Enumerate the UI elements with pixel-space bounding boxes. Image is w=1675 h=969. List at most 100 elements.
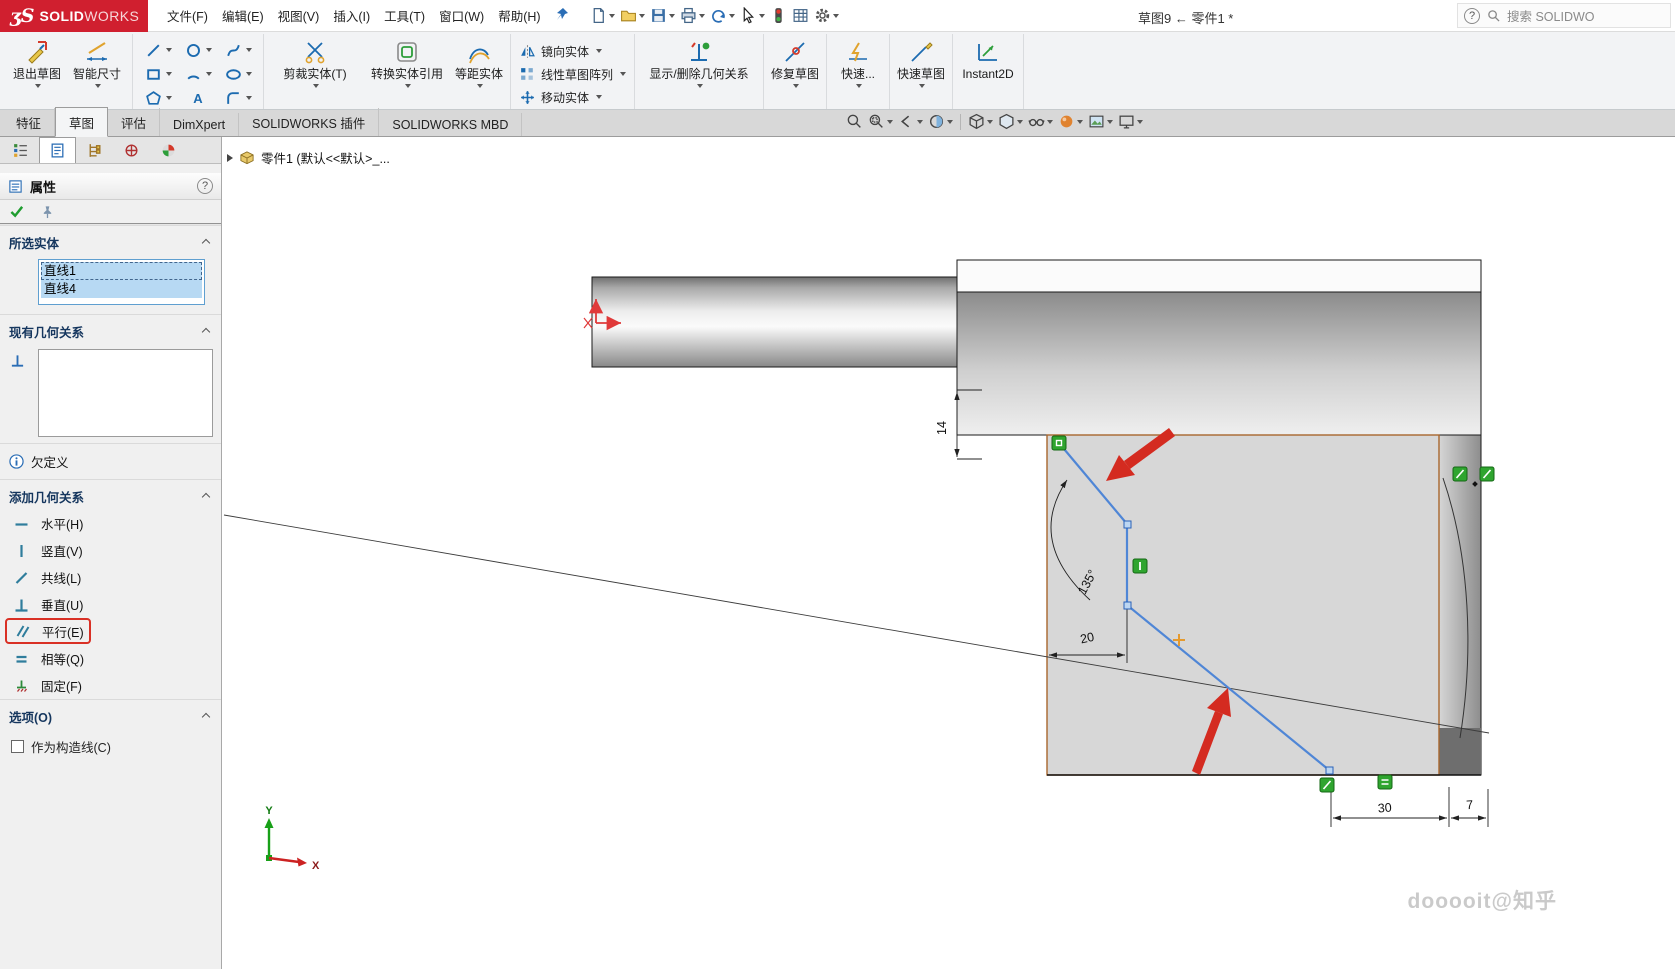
tab-solidworks-addins[interactable]: SOLIDWORKS 插件	[239, 108, 379, 136]
new-document-button[interactable]	[588, 5, 617, 26]
existing-relations-list[interactable]	[38, 349, 213, 437]
relation-perpendicular-button[interactable]: 垂直(U)	[0, 591, 221, 618]
model-viewport[interactable]: 14 135° 20 30	[222, 137, 1674, 969]
sketch-face[interactable]	[1047, 435, 1439, 775]
line-tool-button[interactable]	[138, 38, 178, 62]
construction-line-option[interactable]: 作为构造线(C)	[0, 730, 221, 763]
offset-entities-button[interactable]: 等距实体	[453, 36, 505, 88]
undo-button[interactable]	[708, 5, 737, 26]
relation-badge-icon	[1453, 467, 1467, 481]
tab-features[interactable]: 特征	[3, 108, 55, 136]
tab-evaluate[interactable]: 评估	[108, 108, 160, 136]
linear-sketch-pattern-button[interactable]: 线性草图阵列	[516, 63, 629, 85]
zoom-fit-button[interactable]	[845, 112, 864, 131]
property-manager-tab[interactable]	[39, 137, 76, 163]
repair-sketch-button[interactable]: 修复草图	[769, 36, 821, 88]
configuration-manager-tab[interactable]	[76, 137, 113, 163]
properties-icon	[8, 179, 23, 194]
relation-collinear-button[interactable]: 共线(L)	[0, 564, 221, 591]
tree-root-label[interactable]: 零件1 (默认<<默认>_...	[261, 148, 390, 167]
view-orientation-button[interactable]	[967, 112, 994, 131]
mirror-entities-button[interactable]: 镜向实体	[516, 40, 629, 62]
display-style-button[interactable]	[997, 112, 1024, 131]
tab-dimxpert[interactable]: DimXpert	[160, 113, 239, 136]
search-box[interactable]: ? 搜索 SOLIDWO	[1457, 3, 1671, 28]
help-icon[interactable]: ?	[1464, 8, 1480, 24]
text-tool-button[interactable]: A	[178, 86, 218, 110]
menu-window[interactable]: 窗口(W)	[432, 1, 491, 30]
selected-entities-list[interactable]: 直线1 直线4	[38, 259, 205, 305]
fillet-tool-button[interactable]	[218, 86, 258, 110]
table-grid-button[interactable]	[790, 5, 811, 26]
relation-fix-button[interactable]: 固定(F)	[0, 672, 221, 699]
expand-tree-icon[interactable]	[227, 154, 233, 162]
hide-show-items-button[interactable]	[1027, 112, 1054, 131]
ok-check-icon[interactable]	[9, 204, 25, 219]
smart-dimension-button[interactable]: 智能尺寸	[67, 36, 127, 88]
selected-entities-header[interactable]: 所选实体	[0, 225, 221, 256]
relation-equal-button[interactable]: 相等(Q)	[0, 645, 221, 672]
open-document-button[interactable]	[618, 5, 647, 26]
rectangle-tool-button[interactable]	[138, 62, 178, 86]
title-bar: ʒS SOLIDWORKS 文件(F) 编辑(E) 视图(V) 插入(I) 工具…	[0, 0, 1675, 32]
menu-view[interactable]: 视图(V)	[271, 1, 327, 30]
polygon-tool-button[interactable]	[138, 86, 178, 110]
display-delete-relations-button[interactable]: 显示/删除几何关系	[640, 36, 758, 88]
previous-view-button[interactable]	[897, 112, 924, 131]
panel-help-icon[interactable]: ?	[197, 178, 213, 194]
list-item-line4[interactable]: 直线4	[41, 280, 202, 298]
relation-vertical-button[interactable]: 竖直(V)	[0, 537, 221, 564]
graphics-area[interactable]: 零件1 (默认<<默认>_...	[222, 137, 1675, 969]
circle-tool-button[interactable]	[178, 38, 218, 62]
axis-y-label: Y	[265, 805, 273, 817]
options-header[interactable]: 选项(O)	[0, 699, 221, 730]
rapid-dimension-button[interactable]: 快速...	[832, 36, 884, 88]
edit-appearance-button[interactable]	[1057, 112, 1084, 131]
move-entities-button[interactable]: 移动实体	[516, 86, 629, 108]
watermark: dooooit@知乎	[1408, 885, 1557, 915]
relation-parallel-button[interactable]: 平行(E)	[5, 618, 91, 644]
print-button[interactable]	[678, 5, 707, 26]
feature-tree-flyout[interactable]: 零件1 (默认<<默认>_...	[227, 148, 390, 167]
menu-help[interactable]: 帮助(H)	[491, 1, 547, 30]
relation-horizontal-button[interactable]: 水平(H)	[0, 510, 221, 537]
relation-badge-icon	[1480, 467, 1494, 481]
zoom-area-button[interactable]	[867, 112, 894, 131]
ellipse-tool-button[interactable]	[218, 62, 258, 86]
select-cursor-button[interactable]	[738, 5, 767, 26]
display-manager-tab[interactable]	[150, 137, 187, 163]
list-item-line1[interactable]: 直线1	[41, 262, 202, 280]
view-settings-button[interactable]	[1117, 112, 1144, 131]
pin-menu-icon[interactable]	[552, 4, 572, 27]
convert-entities-button[interactable]: 转换实体引用	[361, 36, 453, 88]
part-shaft[interactable]	[592, 277, 957, 367]
rapid-sketch-button[interactable]: 快速草图	[895, 36, 947, 88]
feature-manager-tab[interactable]	[2, 137, 39, 163]
exit-sketch-button[interactable]: 退出草图	[7, 36, 67, 88]
menu-edit[interactable]: 编辑(E)	[215, 1, 271, 30]
construction-line-checkbox[interactable]	[11, 740, 24, 753]
apply-scene-button[interactable]	[1087, 112, 1114, 131]
offset-entities-icon	[466, 39, 492, 65]
search-input[interactable]: 搜索 SOLIDWO	[1507, 6, 1595, 25]
dimxpert-manager-tab[interactable]	[113, 137, 150, 163]
horizontal-icon	[13, 516, 30, 532]
dimension-7[interactable]: 7	[1451, 789, 1488, 827]
save-button[interactable]	[648, 5, 677, 26]
spline-tool-button[interactable]	[218, 38, 258, 62]
menu-tools[interactable]: 工具(T)	[377, 1, 432, 30]
tab-sketch[interactable]: 草图	[55, 107, 108, 137]
add-relations-header[interactable]: 添加几何关系	[0, 479, 221, 510]
existing-relations-header[interactable]: 现有几何关系	[0, 314, 221, 345]
tab-solidworks-mbd[interactable]: SOLIDWORKS MBD	[379, 113, 522, 136]
trim-entities-button[interactable]: 剪裁实体(T)	[269, 36, 361, 88]
instant2d-icon	[975, 39, 1001, 65]
arc-tool-button[interactable]	[178, 62, 218, 86]
instant2d-button[interactable]: Instant2D	[958, 36, 1018, 81]
menu-file[interactable]: 文件(F)	[160, 1, 215, 30]
options-gear-button[interactable]	[812, 5, 841, 26]
section-view-button[interactable]	[927, 112, 954, 131]
keep-visible-pin-icon[interactable]	[41, 205, 54, 219]
traffic-light-icon[interactable]	[768, 5, 789, 26]
menu-insert[interactable]: 插入(I)	[326, 1, 377, 30]
